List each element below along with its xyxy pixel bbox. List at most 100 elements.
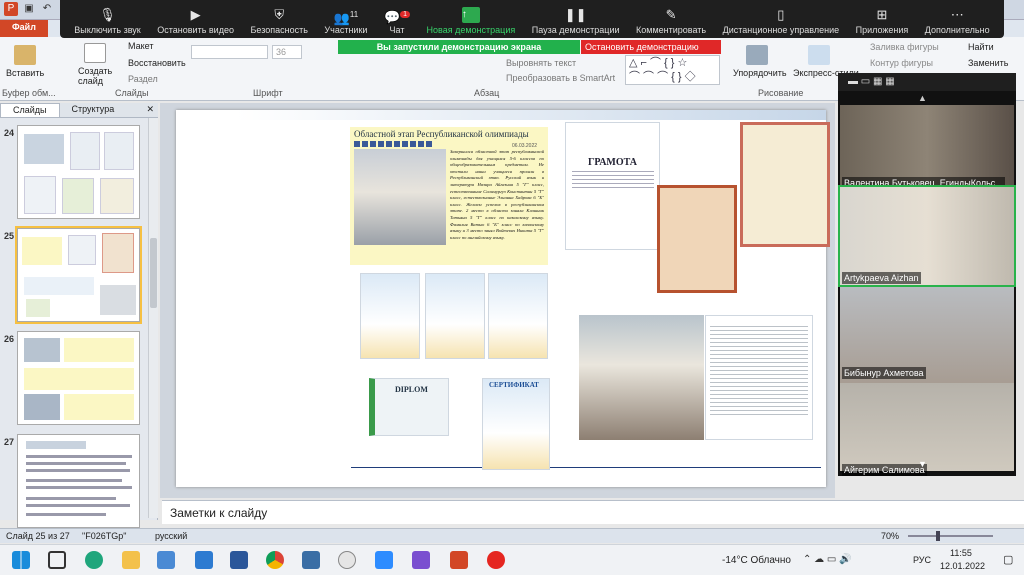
group-clipboard: Буфер обм... xyxy=(2,88,56,98)
undo-icon[interactable]: ↶ xyxy=(40,2,54,16)
annotate-button[interactable]: ✎ Комментировать xyxy=(636,7,706,35)
app-icon[interactable] xyxy=(302,551,320,569)
student-photo xyxy=(579,315,704,440)
mail-icon[interactable] xyxy=(195,551,213,569)
powerpoint-icon[interactable] xyxy=(450,551,468,569)
shapes-gallery[interactable]: △ ⌐ ⌒ { } ☆ ⌒ ⌒ ⌒ { } ◇ xyxy=(625,55,720,85)
stop-share-button[interactable]: Остановить демонстрацию xyxy=(581,40,721,54)
replace-button[interactable]: Заменить xyxy=(968,58,1008,68)
pause-share-button[interactable]: ❚❚ Пауза демонстрации xyxy=(532,7,620,35)
tab-slides[interactable]: Слайды xyxy=(0,103,60,117)
more-icon: ⋯ xyxy=(950,7,964,22)
box-body-text: Завершился областной этап республиканско… xyxy=(450,149,544,240)
tab-file[interactable]: Файл xyxy=(0,20,48,37)
quick-styles-icon[interactable] xyxy=(808,45,830,65)
language-indicator[interactable]: русский xyxy=(155,531,187,541)
edge-icon[interactable] xyxy=(85,551,103,569)
security-button[interactable]: ⛨ Безопасность xyxy=(250,7,307,35)
apps-button[interactable]: ⊞ Приложения xyxy=(856,7,909,35)
scrollbar-thumb[interactable] xyxy=(150,238,157,308)
shape-fill-button[interactable]: Заливка фигуры xyxy=(870,42,939,52)
arrange-icon[interactable] xyxy=(746,45,768,65)
shape-outline-button[interactable]: Контур фигуры xyxy=(870,58,933,68)
chrome-icon[interactable] xyxy=(266,551,284,569)
text-box[interactable]: Областной этап Республиканской олимпиады… xyxy=(350,127,548,265)
clock-date[interactable]: 12.01.2022 xyxy=(940,561,985,571)
new-share-button[interactable]: ↑ Новая демонстрация xyxy=(427,7,515,35)
app-window: P ▣ ↶ Файл Вставить Буфер обм... Создать… xyxy=(0,0,1024,575)
slide-thumbnail[interactable] xyxy=(17,434,140,528)
chat-icon: 💬 1 xyxy=(384,7,411,24)
taskview-icon[interactable] xyxy=(48,551,66,569)
kazakh-certificate xyxy=(740,122,830,247)
yandex-icon[interactable] xyxy=(487,551,505,569)
app-icon[interactable] xyxy=(338,551,356,569)
paste-button[interactable]: Вставить xyxy=(6,68,44,78)
reset-button[interactable]: Восстановить xyxy=(128,58,186,68)
chat-button[interactable]: 💬 1 Чат xyxy=(384,7,411,35)
group-font: Шрифт xyxy=(253,88,283,98)
smartart-button[interactable]: Преобразовать в SmartArt xyxy=(506,73,615,83)
gramota-certificate: ГРАМОТА xyxy=(565,122,660,250)
more-button[interactable]: ⋯ Дополнительно xyxy=(925,7,990,35)
explorer-icon[interactable] xyxy=(122,551,140,569)
box-title: Областной этап Республиканской олимпиады xyxy=(354,129,529,139)
keyboard-language[interactable]: РУС xyxy=(913,555,931,565)
font-name-field[interactable] xyxy=(191,45,268,59)
zoom-toolbar: 🎙 Выключить звук ▶ Остановить видео ⛨ Безоп… xyxy=(60,0,1004,38)
slide-thumbnail[interactable] xyxy=(17,331,140,425)
mute-button[interactable]: 🎙 Выключить звук xyxy=(74,7,141,35)
social-icons xyxy=(354,141,434,147)
tab-outline[interactable]: Структура xyxy=(60,103,127,117)
scroll-up-icon[interactable]: ▲ xyxy=(918,93,927,103)
close-panel-icon[interactable]: ✕ xyxy=(142,103,158,117)
stop-video-button[interactable]: ▶ Остановить видео xyxy=(157,7,234,35)
save-icon[interactable]: ▣ xyxy=(22,2,36,16)
notes-pane[interactable]: Заметки к слайду xyxy=(162,500,1024,524)
certificate-2 xyxy=(425,273,485,359)
clock-time[interactable]: 11:55 xyxy=(950,548,972,558)
font-size-field[interactable]: 36 xyxy=(272,45,302,59)
panel-tabs: Слайды Структура ✕ xyxy=(0,103,158,118)
word-icon[interactable] xyxy=(230,551,248,569)
certificate-1 xyxy=(360,273,420,359)
pen-icon: ✎ xyxy=(665,7,677,22)
panel-scrollbar[interactable] xyxy=(148,118,158,518)
slide-counter: Слайд 25 из 27 xyxy=(6,531,70,541)
section-button[interactable]: Раздел xyxy=(128,74,158,84)
paste-icon[interactable] xyxy=(14,45,36,65)
store-icon[interactable] xyxy=(157,551,175,569)
zoom-level[interactable]: 70% xyxy=(881,531,899,541)
slide-thumbnail-selected[interactable] xyxy=(15,226,142,324)
certificate-3 xyxy=(488,273,548,359)
weather-widget[interactable]: -14°C Облачно xyxy=(722,555,791,566)
zoom-slider[interactable] xyxy=(908,535,993,537)
new-slide-button[interactable]: Создать слайд xyxy=(78,66,114,86)
zoom-icon[interactable] xyxy=(375,551,393,569)
scroll-down-icon[interactable]: ▼ xyxy=(918,459,927,469)
start-icon[interactable] xyxy=(12,551,30,569)
participant-video[interactable] xyxy=(838,185,1016,287)
participant-name: Бибынур Ахметова xyxy=(842,367,926,379)
arrange-button[interactable]: Упорядочить xyxy=(733,68,787,78)
system-tray-icons[interactable]: ⌃ ☁ ▭ 🔊 xyxy=(803,554,852,565)
windows-taskbar: -14°C Облачно ⌃ ☁ ▭ 🔊 РУС 11:55 12.01.20… xyxy=(0,544,1024,575)
participants-button[interactable]: 👥11 Участники xyxy=(324,7,367,35)
shield-icon: ⛨ xyxy=(274,7,285,22)
slide-thumbnail[interactable] xyxy=(17,125,140,219)
microphone-icon: 🎙 xyxy=(99,7,116,22)
notifications-icon[interactable]: ▢ xyxy=(1003,553,1013,566)
layout-button[interactable]: Макет xyxy=(128,41,153,51)
new-slide-icon[interactable] xyxy=(84,43,106,63)
participant-video[interactable] xyxy=(840,383,1014,471)
share-status-banner: Вы запустили демонстрацию экрана xyxy=(338,40,580,54)
quick-access-toolbar: P ▣ ↶ xyxy=(0,2,54,16)
find-button[interactable]: Найти xyxy=(968,42,994,52)
zoom-slider-thumb[interactable] xyxy=(936,531,940,541)
align-text-button[interactable]: Выровнять текст xyxy=(506,58,576,68)
remote-control-button[interactable]: ▯ Дистанционное управление xyxy=(723,7,839,35)
participant-name: Artykpaeva Aizhan xyxy=(842,272,921,284)
diploma-certificate: DIPLOM xyxy=(369,378,449,436)
diploma-title: DIPLOM xyxy=(395,385,428,394)
app-icon[interactable] xyxy=(412,551,430,569)
